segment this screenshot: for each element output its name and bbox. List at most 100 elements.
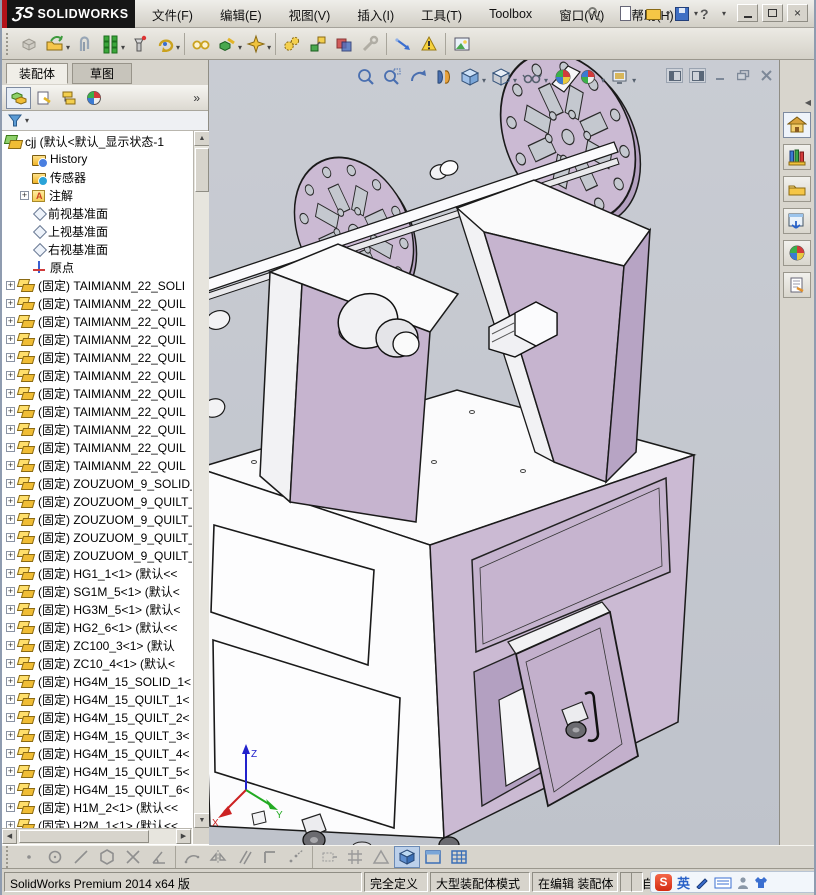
apply-scene-button[interactable] (577, 65, 600, 88)
help-button[interactable]: ? (700, 4, 720, 24)
open-component-caret[interactable]: ▾ (66, 43, 70, 52)
expand-plus-icon[interactable] (6, 550, 15, 560)
vertical-scroll-thumb[interactable] (195, 148, 209, 192)
expand-plus-icon[interactable] (6, 496, 15, 506)
configurationmanager-tab[interactable] (56, 87, 81, 109)
displaymanager-tab[interactable] (81, 87, 106, 109)
graphics-area[interactable]: Z X Y ▾ ▾ ▾ ▾ ▾ (195, 29, 783, 854)
tree-item[interactable]: (固定) HG4M_15_QUILT_4< (2, 744, 192, 762)
tree-vertical-scrollbar[interactable]: ▲ ▼ (193, 131, 209, 828)
rotate-component-caret[interactable]: ▾ (176, 43, 180, 52)
scroll-right-button[interactable]: ▶ (176, 829, 191, 844)
expand-plus-icon[interactable] (6, 730, 15, 740)
viewport-pane-toggle[interactable] (420, 846, 446, 868)
tree-item[interactable]: 原点 (2, 258, 192, 276)
tree-item[interactable]: (固定) HG4M_15_QUILT_6< (2, 780, 192, 798)
view-palette-tab[interactable] (783, 208, 811, 234)
doc-close-button[interactable] (758, 68, 775, 83)
expand-plus-icon[interactable] (6, 694, 15, 704)
search-icon[interactable] (588, 7, 602, 22)
show-hidden-components-button[interactable] (188, 31, 214, 57)
tree-item[interactable]: (固定) H1M_2<1> (默认<< (2, 798, 192, 816)
menu-toolbox[interactable]: Toolbox (489, 7, 532, 21)
custom-properties-tab[interactable] (783, 272, 811, 298)
view-orientation-button[interactable] (458, 65, 481, 88)
toolbar-grip[interactable] (6, 32, 12, 55)
model-canvas[interactable]: Z X Y (195, 29, 783, 854)
component-pattern-caret[interactable]: ▾ (121, 43, 125, 52)
tree-item[interactable]: (固定) ZOUZUOM_9_QUILT_ (2, 528, 192, 546)
tree-root[interactable]: cjj (默认<默认_显示状态-1 (2, 132, 192, 150)
tree-item[interactable]: (固定) HG4M_15_SOLID_1< (2, 672, 192, 690)
tree-item[interactable]: (固定) HG1_1<1> (默认<< (2, 564, 192, 582)
filter-funnel-icon[interactable] (7, 113, 23, 128)
measure-button[interactable] (390, 31, 416, 57)
expand-plus-icon[interactable] (6, 622, 15, 632)
tree-item[interactable]: (固定) ZOUZUOM_9_QUILT_ (2, 510, 192, 528)
expand-plus-icon[interactable] (6, 298, 15, 308)
edit-component-button[interactable] (214, 31, 240, 57)
apply-scene-caret[interactable]: ▾ (601, 76, 605, 85)
mate-button[interactable] (71, 31, 97, 57)
design-library-tab[interactable] (783, 144, 811, 170)
assembly-visualization-button[interactable] (416, 31, 442, 57)
snapshot-button[interactable] (449, 31, 475, 57)
reference-geometry-caret[interactable]: ▾ (267, 43, 271, 52)
tree-item[interactable]: 右视基准面 (2, 240, 192, 258)
scroll-down-button[interactable]: ▼ (194, 813, 209, 828)
ime-language-toggle[interactable]: 英 (677, 873, 690, 892)
expand-plus-icon[interactable] (6, 352, 15, 362)
motion-study-button[interactable] (279, 31, 305, 57)
tree-item[interactable]: (固定) TAIMIANM_22_QUIL (2, 330, 192, 348)
reference-geometry-button[interactable] (243, 31, 269, 57)
rotate-component-button[interactable] (152, 31, 178, 57)
tree-item[interactable]: (固定) ZC100_3<1> (默认 (2, 636, 192, 654)
filter-caret[interactable]: ▾ (25, 111, 29, 131)
tree-item[interactable]: (固定) HG4M_15_QUILT_5< (2, 762, 192, 780)
shaded-sketch-contours-toggle[interactable] (394, 846, 420, 868)
tree-item[interactable]: (固定) HG4M_15_QUILT_3< (2, 726, 192, 744)
edit-component-caret[interactable]: ▾ (238, 43, 242, 52)
tree-item[interactable]: (固定) TAIMIANM_22_QUIL (2, 366, 192, 384)
tree-item[interactable]: (固定) ZC10_4<1> (默认< (2, 654, 192, 672)
horizontal-scroll-thumb[interactable] (19, 830, 149, 843)
view-orientation-caret[interactable]: ▾ (482, 76, 486, 85)
expand-plus-icon[interactable] (6, 370, 15, 380)
sogou-logo-icon[interactable]: S (655, 873, 672, 891)
zoom-to-area-button[interactable] (380, 65, 403, 88)
tree-item[interactable]: (固定) TAIMIANM_22_QUIL (2, 312, 192, 330)
hide-show-items-caret[interactable]: ▾ (544, 76, 548, 85)
expand-plus-icon[interactable] (6, 532, 15, 542)
expand-plus-icon[interactable] (6, 658, 15, 668)
ime-pen-icon[interactable] (695, 875, 709, 889)
expand-plus-icon[interactable] (6, 280, 15, 290)
tab-assembly[interactable]: 装配体 (6, 63, 68, 84)
expand-plus-icon[interactable] (6, 640, 15, 650)
doc-minimize-button[interactable] (712, 68, 729, 83)
expand-plus-icon[interactable] (6, 586, 15, 596)
menu-insert[interactable]: 插入(I) (357, 5, 394, 24)
close-button[interactable]: × (787, 4, 808, 22)
tree-item[interactable]: 传感器 (2, 168, 192, 186)
scroll-up-button[interactable]: ▲ (194, 131, 209, 146)
propertymanager-tab[interactable] (31, 87, 56, 109)
component-pattern-button[interactable] (97, 31, 123, 57)
tab-sketch[interactable]: 草图 (72, 63, 132, 84)
expand-plus-icon[interactable] (6, 748, 15, 758)
tree-item[interactable]: (固定) TAIMIANM_22_QUIL (2, 456, 192, 474)
tree-item[interactable]: (固定) TAIMIANM_22_QUIL (2, 402, 192, 420)
expand-plus-icon[interactable] (6, 442, 15, 452)
zoom-to-fit-button[interactable] (354, 65, 377, 88)
expand-plus-icon[interactable] (6, 766, 15, 776)
tree-item[interactable]: History (2, 150, 192, 168)
solidworks-resources-tab[interactable] (783, 112, 811, 138)
tree-item[interactable]: (固定) TAIMIANM_22_QUIL (2, 384, 192, 402)
expand-plus-icon[interactable] (6, 712, 15, 722)
new-document-caret[interactable]: ▾ (638, 4, 642, 24)
open-component-button[interactable] (42, 31, 68, 57)
exploded-view-button[interactable] (305, 31, 331, 57)
featuremanager-tree-tab[interactable] (6, 86, 31, 109)
pane-left-button[interactable] (666, 68, 683, 83)
tree-item[interactable]: 注解 (2, 186, 192, 204)
tree-item[interactable]: (固定) HG4M_15_QUILT_2< (2, 708, 192, 726)
